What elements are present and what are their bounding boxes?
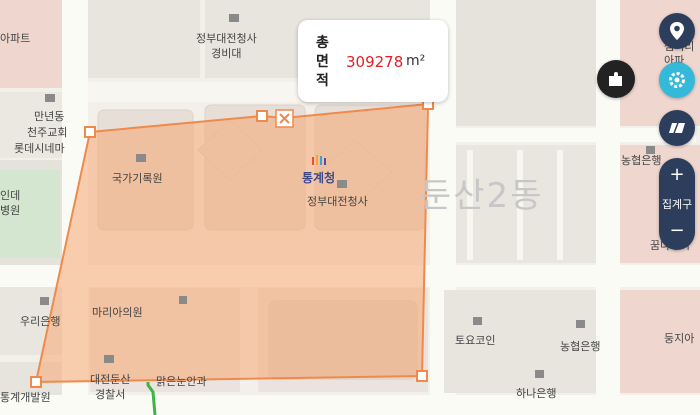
- area-popup-value: 309278: [346, 53, 404, 71]
- location-pin-button[interactable]: [659, 13, 695, 49]
- bank-poi-icon: [535, 370, 544, 378]
- layer-toggle-button[interactable]: [659, 110, 695, 146]
- label-nonghyup-top: 농협은행: [621, 154, 662, 167]
- label-apartment-left: 아파트: [0, 32, 31, 45]
- label-woori-bank: 우리은행: [20, 315, 61, 328]
- label-mannyeon-dong: 만년동: [34, 110, 65, 123]
- hotel-poi-icon: [473, 317, 482, 325]
- label-cheonju-church: 천주교회: [27, 126, 68, 139]
- puzzle-button[interactable]: [597, 60, 635, 98]
- label-daejeon-police: 대전둔산 경찰서: [90, 373, 131, 401]
- layer-toggle-icon: [669, 122, 685, 134]
- label-gov-complex-guard: 정부대전청사 경비대: [196, 32, 257, 60]
- area-popup-label: 총면적: [316, 35, 329, 89]
- area-selection-polygon[interactable]: [34, 102, 430, 384]
- label-statistics-korea: 통계청: [302, 171, 336, 185]
- polygon-vertex[interactable]: [84, 126, 96, 138]
- bank-poi-icon: [576, 320, 585, 328]
- settings-gear-icon: [669, 72, 685, 88]
- police-poi-icon: [104, 355, 114, 363]
- settings-button[interactable]: [659, 62, 695, 98]
- polygon-vertex[interactable]: [256, 110, 268, 122]
- area-popup-unit: m²: [406, 53, 426, 69]
- zoom-level-label: 집계구: [661, 198, 693, 211]
- label-hospital-left: 인데 병원: [0, 189, 21, 217]
- polygon-vertex[interactable]: [416, 370, 428, 382]
- government-poi-icon: [229, 14, 239, 22]
- label-lotte-cinema: 롯데시네마: [14, 142, 65, 155]
- label-hana-bank: 하나은행: [516, 387, 557, 400]
- zoom-out-icon[interactable]: −: [659, 220, 695, 241]
- label-national-archives: 국가기록원: [112, 172, 163, 185]
- label-nonghyup-bottom: 농협은행: [560, 340, 601, 353]
- building-poi-icon: [45, 94, 55, 102]
- building-poi-icon: [136, 154, 146, 162]
- close-icon[interactable]: [275, 109, 294, 128]
- label-stat-dev: 통계개발원: [0, 391, 51, 404]
- label-maria-clinic: 마리아의원: [92, 306, 143, 319]
- label-dunsan2-dong: 둔산2동: [420, 176, 544, 216]
- hospital-poi-icon: [179, 296, 187, 304]
- area-info-popup: 총면적 309278 m²: [298, 20, 448, 102]
- location-pin-icon: [670, 22, 684, 40]
- label-dongji-apt: 둥지아: [664, 332, 695, 345]
- building-poi-icon: [337, 180, 347, 188]
- zoom-in-icon[interactable]: +: [659, 164, 695, 185]
- label-toyo-coin: 토요코인: [455, 334, 496, 347]
- bank-poi-icon: [40, 297, 49, 305]
- puzzle-icon: [609, 72, 622, 86]
- zoom-control: + 집계구 −: [659, 158, 695, 250]
- label-malgeun-eye: 맑은눈안과: [156, 375, 207, 388]
- label-gov-complex: 정부대전청사: [307, 195, 368, 208]
